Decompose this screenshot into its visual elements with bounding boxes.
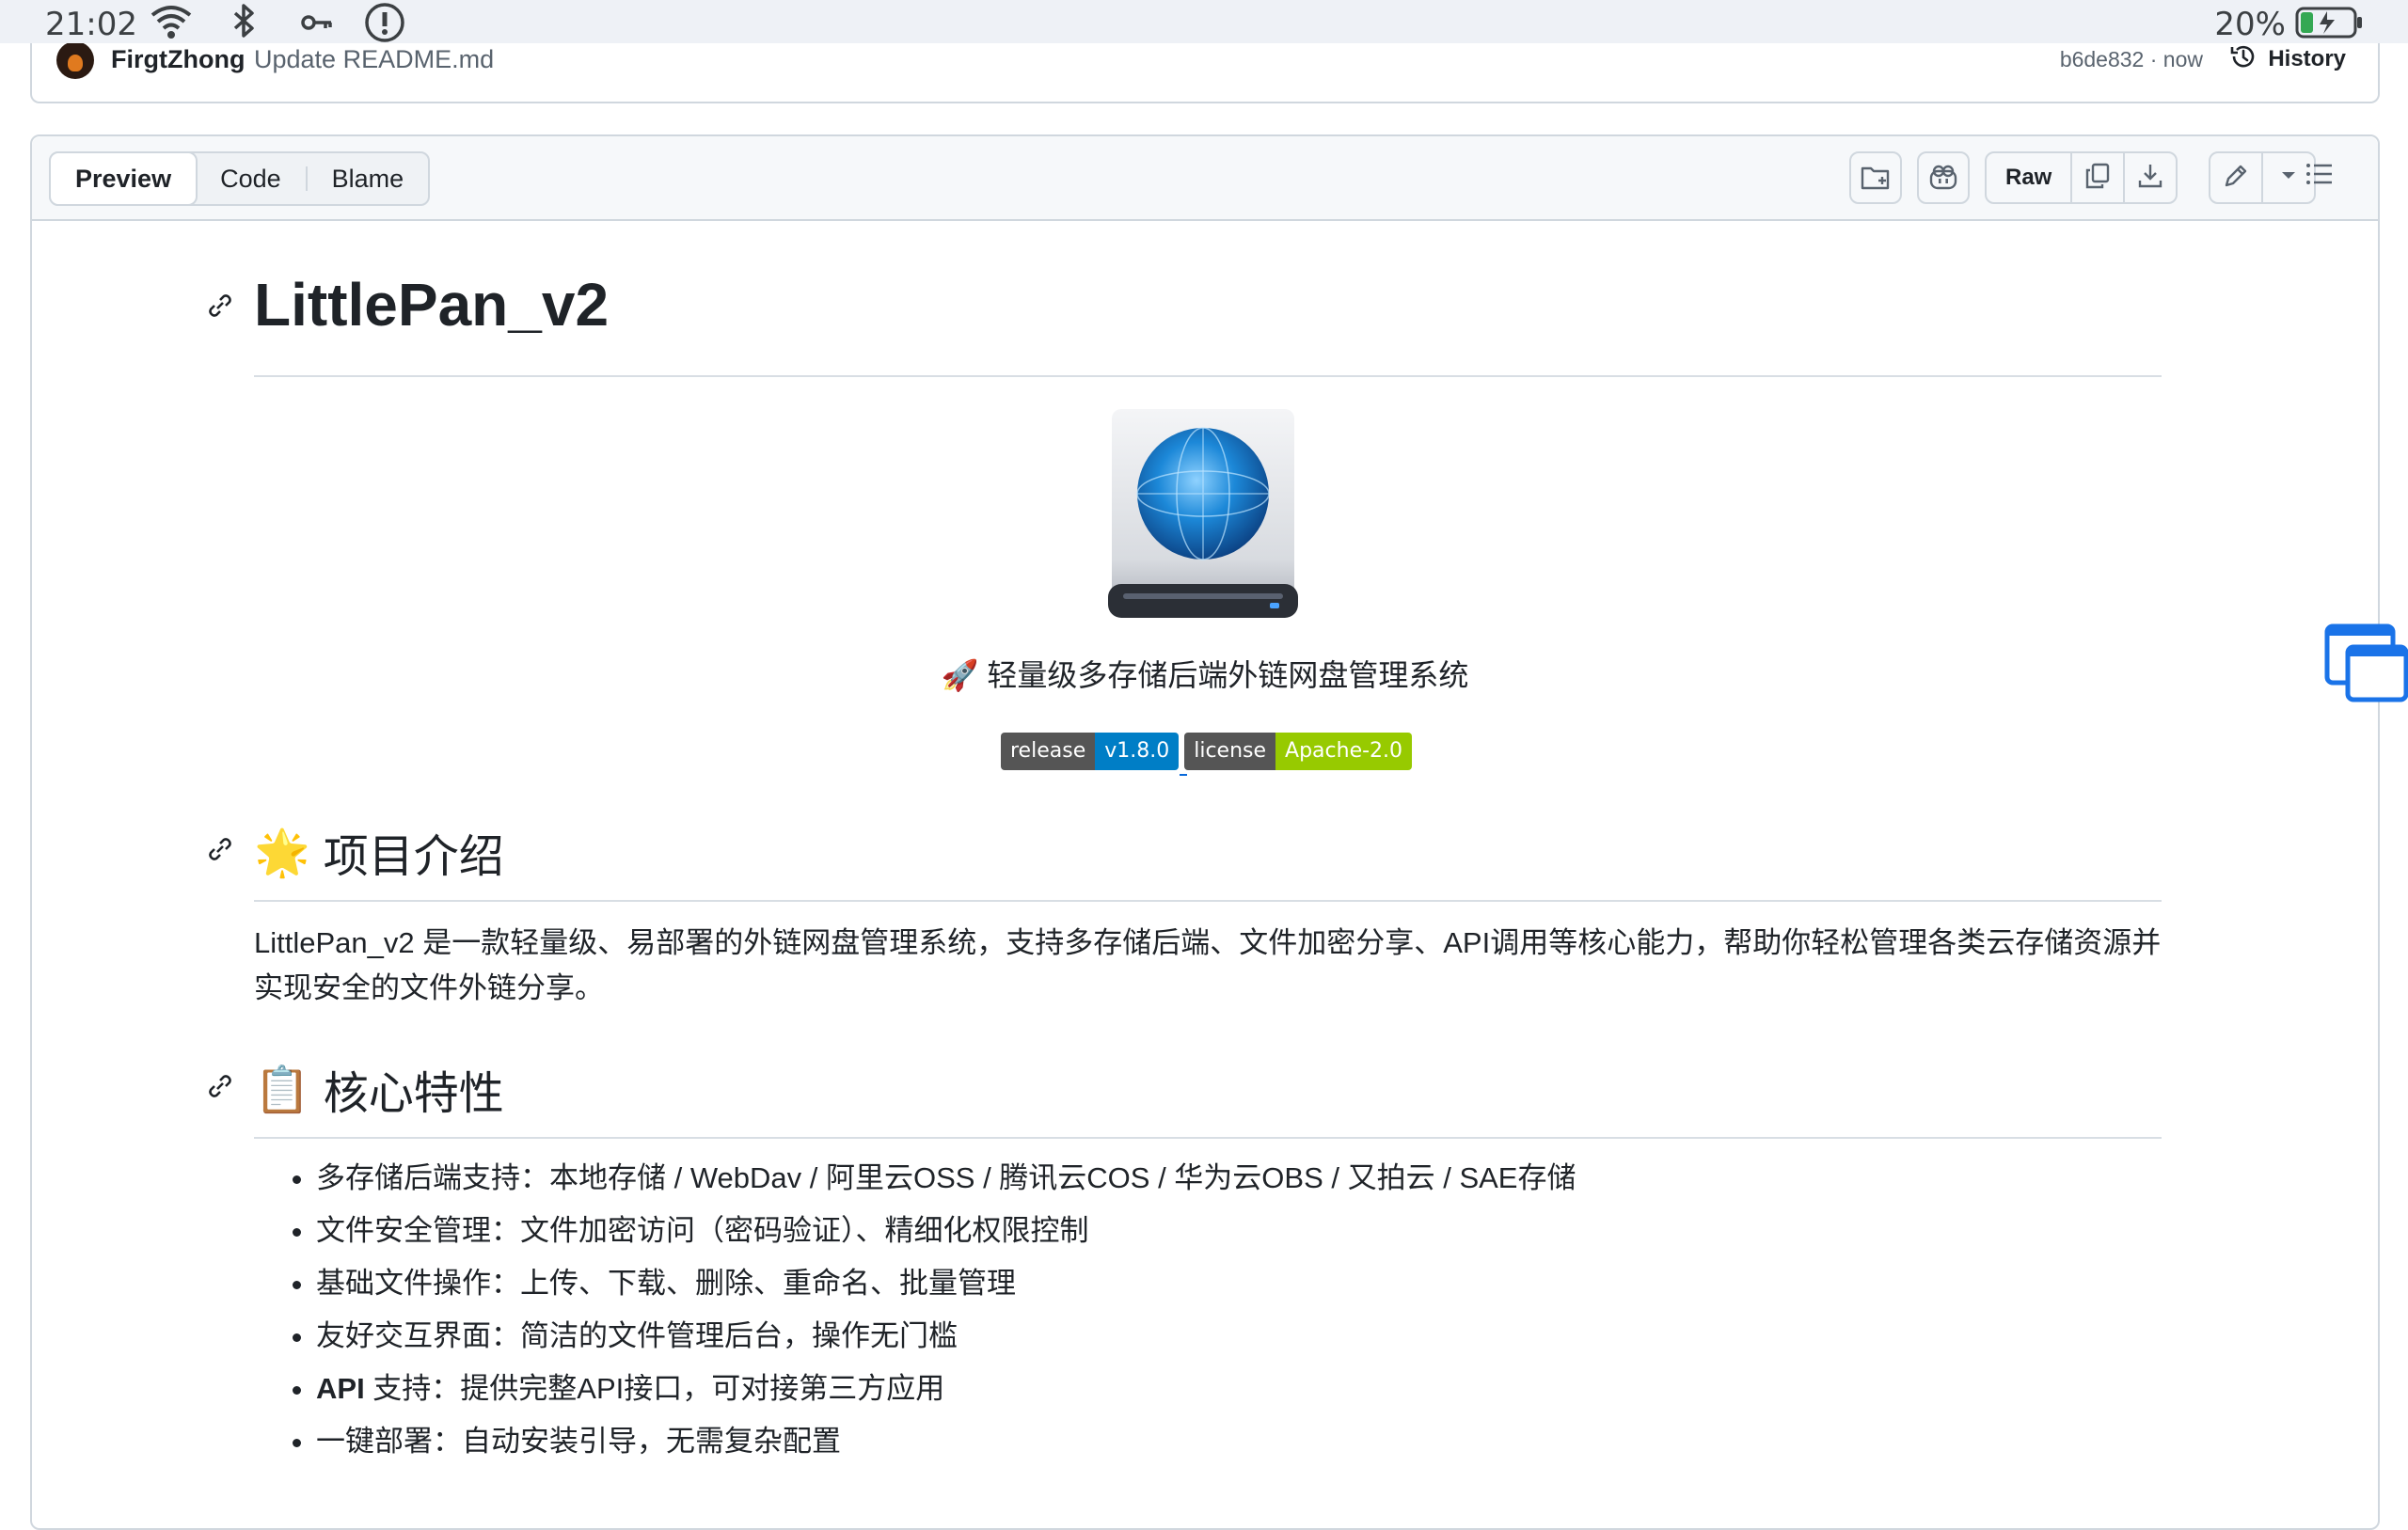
project-logo-image [1104,405,1302,631]
tab-code[interactable]: Code [196,153,306,204]
commit-author[interactable]: FirgtZhong [111,45,245,74]
project-tagline: 🚀 轻量级多存储后端外链网盘管理系统 [941,658,1469,692]
folder-plus-icon [1860,164,1892,192]
outline-button[interactable] [2293,151,2346,200]
feature-text: 友好交互界面：简洁的文件管理后台，操作无门槛 [316,1319,958,1352]
features-heading: 📋 核心特性 [254,1056,504,1122]
readme-title: LittlePan_v2 [254,271,610,339]
title-divider [254,375,2162,377]
copy-icon [2083,162,2112,195]
list-item: API 支持：提供完整API接口，可对接第三方应用 [316,1363,1576,1415]
license-badge-value: Apache-2.0 [1275,733,1413,770]
pencil-icon [2222,162,2250,195]
status-time: 21:02 [45,6,137,43]
raw-label: Raw [2005,165,2052,190]
commit-message[interactable]: Update README.md [254,45,494,74]
list-item: 一键部署：自动安装引导，无需复杂配置 [316,1415,1576,1468]
release-badge[interactable]: release v1.8.0 [1001,733,1180,770]
license-badge[interactable]: license Apache-2.0 [1184,733,1413,770]
history-icon [2228,41,2258,78]
history-label: History [2268,46,2346,71]
raw-button[interactable]: Raw [1987,153,2073,202]
features-heading-text: 核心特性 [323,1069,504,1119]
file-toolbar: Preview Code Blame Raw [32,136,2378,221]
history-button[interactable]: History [2228,43,2346,75]
add-file-button[interactable] [1849,151,1902,204]
link-icon[interactable] [205,291,235,325]
copilot-icon [1927,164,1959,192]
download-icon [2136,162,2164,195]
edit-file-button[interactable] [2210,153,2263,202]
feature-text: 基础文件操作：上传、下载、删除、重命名、批量管理 [316,1267,1016,1300]
license-badge-label: license [1184,733,1276,770]
release-badge-value: v1.8.0 [1095,733,1180,770]
intro-heading: 🌟 项目介绍 [254,819,504,885]
list-item: 多存储后端支持：本地存储 / WebDav / 阿里云OSS / 腾讯云COS … [316,1152,1576,1205]
battery-charging-icon [2295,6,2365,44]
tab-blame[interactable]: Blame [308,153,429,204]
list-item: 基础文件操作：上传、下载、删除、重命名、批量管理 [316,1257,1576,1310]
commit-sha[interactable]: b6de832 · now [2060,47,2203,72]
wifi-icon [149,2,194,46]
tab-preview[interactable]: Preview [49,151,198,206]
star-emoji: 🌟 [254,828,310,878]
vpn-key-icon [299,2,337,46]
feature-text: 文件安全管理：文件加密访问（密码验证）、精细化权限控制 [316,1214,1089,1247]
features-divider [254,1137,2162,1139]
feature-bold: API [316,1372,365,1405]
raw-copy-download-group: Raw [1985,151,2178,204]
badge-link-underline [1180,774,1187,776]
intro-heading-text: 项目介绍 [323,832,504,882]
download-raw-button[interactable] [2125,153,2176,202]
feature-text: 支持：提供完整API接口，可对接第三方应用 [364,1372,945,1405]
list-item: 文件安全管理：文件加密访问（密码验证）、精细化权限控制 [316,1205,1576,1257]
link-icon[interactable] [205,1071,235,1106]
alert-icon [363,2,406,48]
file-viewer: Preview Code Blame Raw LittlePan_v2 🚀 轻量… [30,134,2380,1530]
copilot-button[interactable] [1917,151,1970,204]
badge-row: release v1.8.0 license Apache-2.0 [1001,733,1413,770]
feature-text: 多存储后端支持：本地存储 / WebDav / 阿里云OSS / 腾讯云COS … [316,1161,1576,1194]
release-badge-label: release [1001,733,1096,770]
view-mode-switcher: Preview Code Blame [49,151,431,206]
feature-text: 一键部署：自动安装引导，无需复杂配置 [316,1425,841,1458]
clipboard-emoji: 📋 [254,1065,310,1115]
list-item: 友好交互界面：简洁的文件管理后台，操作无门槛 [316,1310,1576,1363]
battery-percent: 20% [2214,6,2286,43]
status-bar: 21:02 20% [0,0,2408,43]
features-list: 多存储后端支持：本地存储 / WebDav / 阿里云OSS / 腾讯云COS … [254,1152,1576,1468]
intro-paragraph: LittlePan_v2 是一款轻量级、易部署的外链网盘管理系统，支持多存储后端… [254,926,2162,1004]
link-icon[interactable] [205,834,235,869]
copy-raw-button[interactable] [2072,153,2126,202]
intro-divider [254,900,2162,902]
bluetooth-icon [228,2,261,46]
list-icon [2305,161,2335,192]
floating-window-icon[interactable] [2323,623,2408,703]
author-avatar[interactable] [56,41,94,79]
